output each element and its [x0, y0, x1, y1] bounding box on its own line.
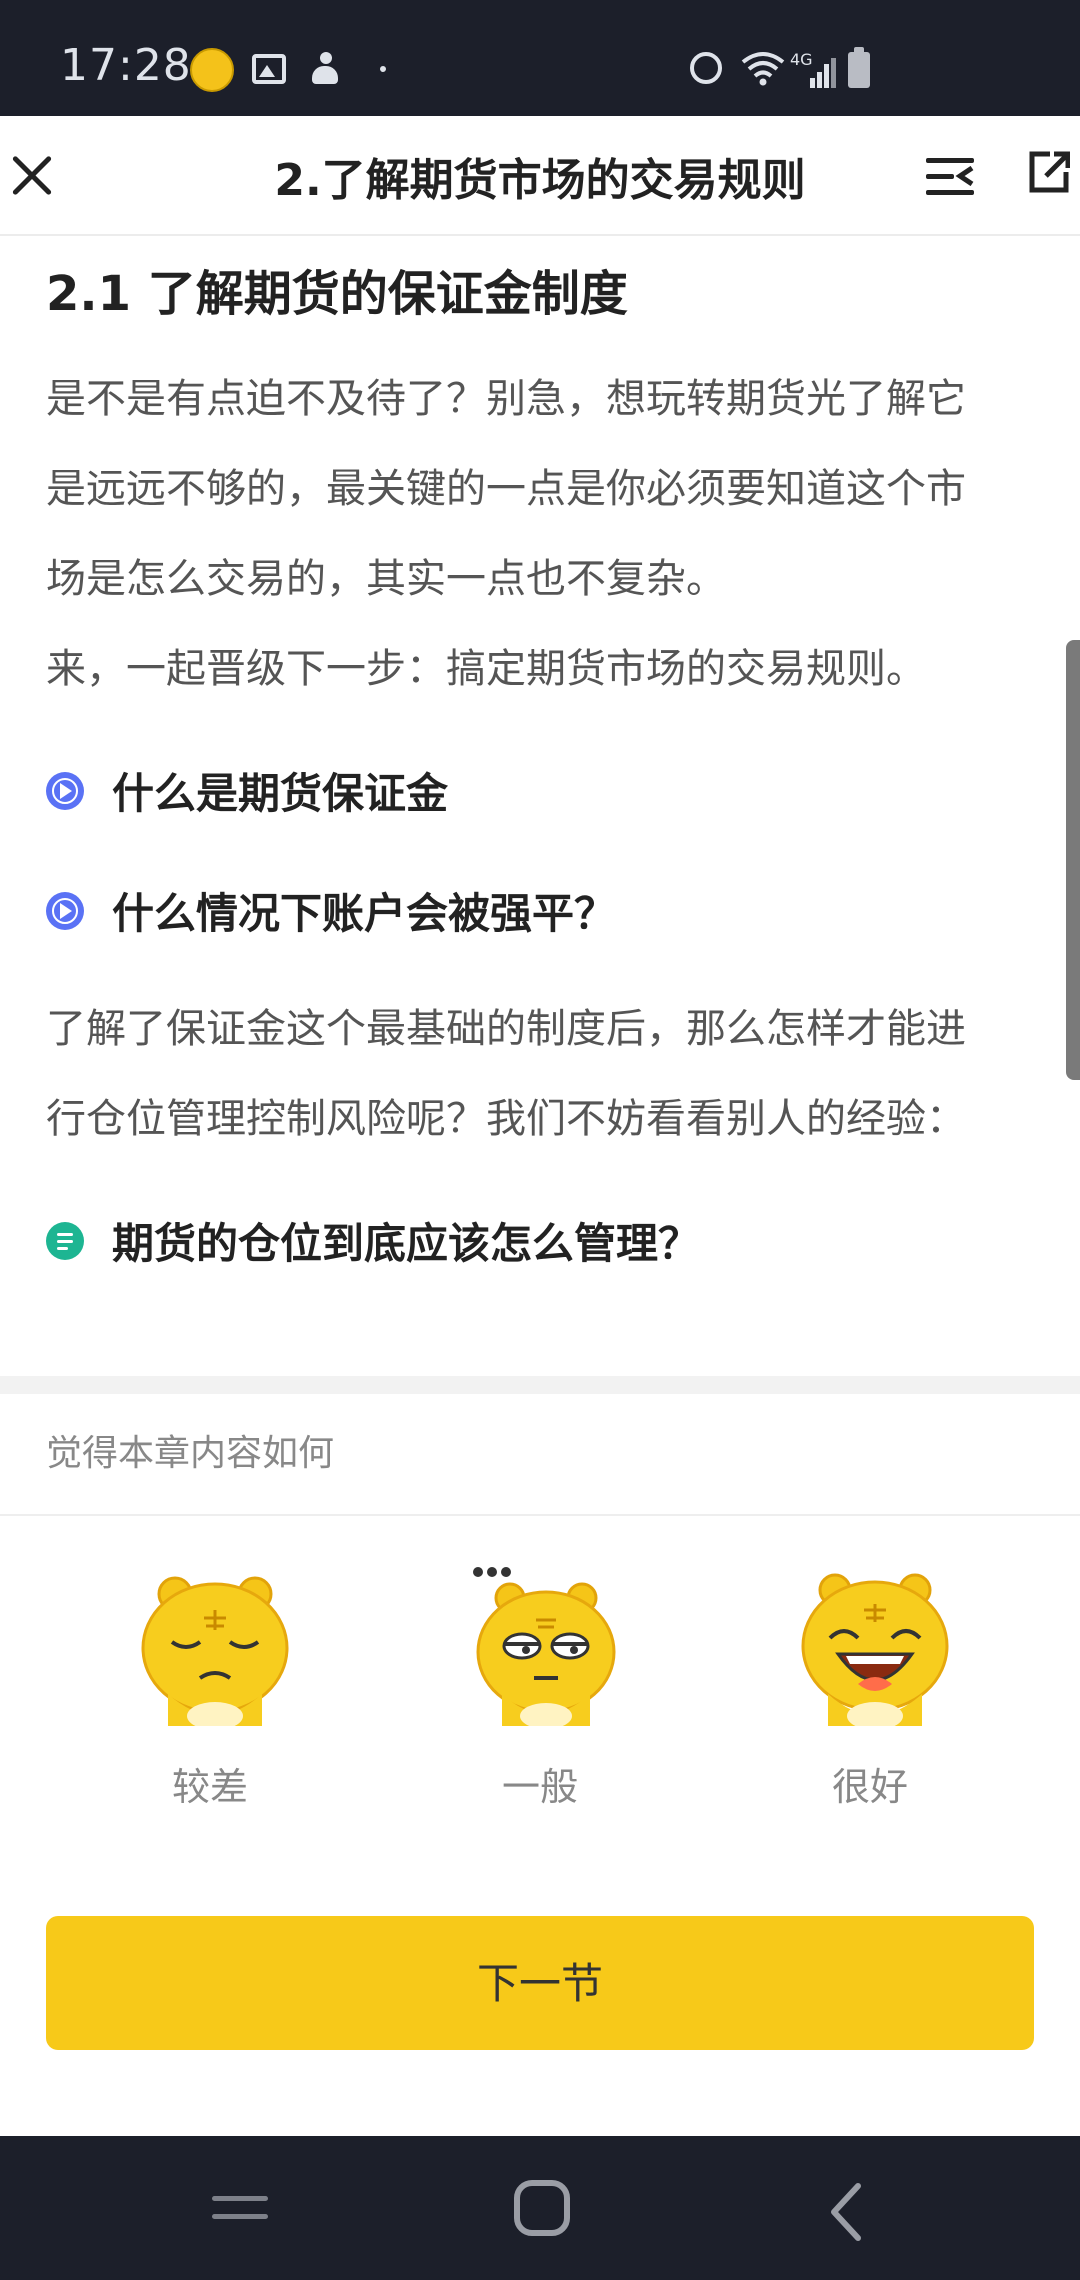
top-header: 2.了解期货市场的交易规则 [0, 116, 1080, 236]
tiger-sad-icon [141, 1576, 289, 1726]
rating-option-good[interactable]: 很好 [750, 1566, 970, 1826]
menu-icon[interactable] [926, 152, 974, 200]
coin-app-icon [190, 48, 234, 92]
status-bar: 17:28 4G [0, 0, 1080, 116]
link-label: 期货的仓位到底应该怎么管理？ [112, 1219, 701, 1268]
rating-label: 较差 [171, 1765, 248, 1809]
rating-divider [0, 1514, 1080, 1516]
intro-line-2: 是远远不够的，最关键的一点是你必须要知道这个市 [46, 466, 966, 512]
gallery-icon [252, 54, 286, 84]
wifi-icon [741, 52, 785, 86]
back-icon[interactable] [826, 2182, 866, 2242]
link-forced-liquidation[interactable]: 什么情况下账户会被强平？ [46, 880, 946, 940]
rating-option-poor[interactable]: 较差 [90, 1566, 310, 1826]
body-line-1: 了解了保证金这个最基础的制度后，那么怎样才能进 [46, 1006, 966, 1052]
alarm-icon [690, 52, 722, 84]
rating-label: 一般 [501, 1765, 578, 1809]
status-time: 17:28 [60, 40, 192, 91]
body-line-2: 行仓位管理控制风险呢？我们不妨看看别人的经验： [46, 1096, 966, 1142]
signal-icon [796, 56, 836, 88]
dot-icon [380, 66, 386, 72]
scrollbar-thumb[interactable] [1066, 640, 1080, 1080]
link-what-is-margin[interactable]: 什么是期货保证金 [46, 760, 946, 820]
intro-line-1: 是不是有点迫不及待了？别急，想玩转期货光了解它 [46, 376, 966, 422]
link-label: 什么是期货保证金 [112, 769, 449, 818]
home-icon[interactable] [514, 2180, 570, 2236]
next-section-button[interactable]: 下一节 [46, 1916, 1034, 2050]
recent-apps-icon[interactable] [212, 2190, 268, 2226]
doc-icon [46, 1222, 84, 1260]
play-icon [46, 772, 84, 810]
share-icon[interactable] [1028, 150, 1070, 194]
intro-line-4: 来，一起晋级下一步：搞定期货市场的交易规则。 [46, 646, 926, 692]
tiger-happy-icon [801, 1573, 949, 1726]
system-nav-bar [0, 2136, 1080, 2280]
link-position-management[interactable]: 期货的仓位到底应该怎么管理？ [46, 1210, 946, 1270]
section-title: 2.1 了解期货的保证金制度 [46, 266, 628, 322]
play-icon [46, 892, 84, 930]
rating-title: 觉得本章内容如何 [46, 1433, 335, 1474]
link-label: 什么情况下账户会被强平？ [112, 889, 617, 938]
rating-option-average[interactable]: 一般 [420, 1566, 640, 1826]
activity-icon [310, 52, 340, 86]
tiger-meh-icon [473, 1567, 616, 1726]
battery-icon [848, 47, 870, 88]
section-divider [0, 1376, 1080, 1394]
page-title: 2.了解期货市场的交易规则 [274, 155, 806, 206]
rating-label: 很好 [831, 1765, 908, 1809]
intro-line-3: 场是怎么交易的，其实一点也不复杂。 [46, 556, 726, 602]
